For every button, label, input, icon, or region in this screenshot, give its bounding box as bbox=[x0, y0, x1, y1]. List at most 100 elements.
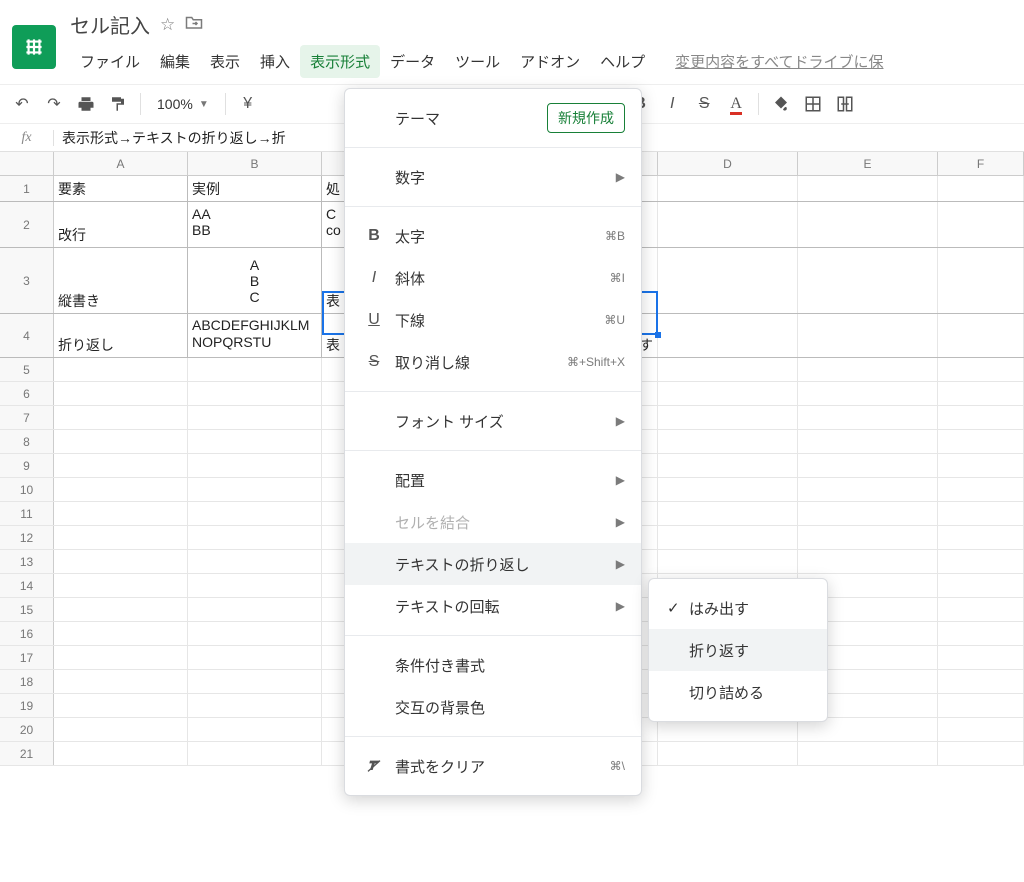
cell[interactable] bbox=[658, 502, 798, 525]
row-header[interactable]: 4 bbox=[0, 314, 54, 357]
cell[interactable] bbox=[938, 502, 1024, 525]
menu-bold[interactable]: B 太字 ⌘B bbox=[345, 215, 641, 257]
cell[interactable] bbox=[54, 718, 188, 741]
row-header[interactable]: 1 bbox=[0, 176, 54, 201]
menu-align[interactable]: 配置 ▶ bbox=[345, 459, 641, 501]
wrap-option-wrap[interactable]: 折り返す bbox=[649, 629, 827, 671]
merge-cells-button[interactable] bbox=[831, 90, 859, 118]
cell[interactable] bbox=[938, 406, 1024, 429]
borders-button[interactable] bbox=[799, 90, 827, 118]
col-header-a[interactable]: A bbox=[54, 152, 188, 175]
cell[interactable] bbox=[188, 430, 322, 453]
cell[interactable] bbox=[798, 742, 938, 765]
cell[interactable] bbox=[54, 550, 188, 573]
cell-d4[interactable] bbox=[658, 314, 798, 357]
cell[interactable] bbox=[938, 526, 1024, 549]
cell[interactable] bbox=[188, 694, 322, 717]
menu-alternating-colors[interactable]: 交互の背景色 bbox=[345, 686, 641, 728]
menu-addons[interactable]: アドオン bbox=[510, 45, 590, 78]
cell[interactable] bbox=[54, 382, 188, 405]
menu-theme[interactable]: テーマ 新規作成 bbox=[345, 97, 641, 139]
row-header[interactable]: 13 bbox=[0, 550, 54, 573]
menu-data[interactable]: データ bbox=[380, 45, 445, 78]
cell[interactable] bbox=[54, 526, 188, 549]
menu-number[interactable]: 数字 ▶ bbox=[345, 156, 641, 198]
cell-f3[interactable] bbox=[938, 248, 1024, 313]
cell[interactable] bbox=[188, 598, 322, 621]
row-header[interactable]: 10 bbox=[0, 478, 54, 501]
star-icon[interactable]: ☆ bbox=[160, 15, 175, 35]
select-all-corner[interactable] bbox=[0, 152, 54, 175]
menu-text-rotation[interactable]: テキストの回転 ▶ bbox=[345, 585, 641, 627]
redo-button[interactable]: ↷ bbox=[40, 90, 68, 118]
cell[interactable] bbox=[188, 454, 322, 477]
undo-button[interactable]: ↶ bbox=[8, 90, 36, 118]
fill-color-button[interactable] bbox=[767, 90, 795, 118]
row-header[interactable]: 6 bbox=[0, 382, 54, 405]
cell[interactable] bbox=[938, 622, 1024, 645]
row-header[interactable]: 9 bbox=[0, 454, 54, 477]
row-header[interactable]: 17 bbox=[0, 646, 54, 669]
row-header[interactable]: 2 bbox=[0, 202, 54, 247]
row-header[interactable]: 21 bbox=[0, 742, 54, 765]
menu-text-wrapping[interactable]: テキストの折り返し ▶ bbox=[345, 543, 641, 585]
cell[interactable] bbox=[188, 406, 322, 429]
cell-d1[interactable] bbox=[658, 176, 798, 201]
menu-insert[interactable]: 挿入 bbox=[250, 45, 300, 78]
cell[interactable] bbox=[54, 358, 188, 381]
cell-d2[interactable] bbox=[658, 202, 798, 247]
cell-e1[interactable] bbox=[798, 176, 938, 201]
cell[interactable] bbox=[54, 574, 188, 597]
row-header[interactable]: 11 bbox=[0, 502, 54, 525]
cell[interactable] bbox=[938, 742, 1024, 765]
fx-icon[interactable]: fx bbox=[0, 130, 54, 146]
cell-a4[interactable]: 折り返し bbox=[54, 314, 188, 357]
cell[interactable] bbox=[938, 598, 1024, 621]
cell[interactable] bbox=[938, 694, 1024, 717]
cell-f1[interactable] bbox=[938, 176, 1024, 201]
cell[interactable] bbox=[188, 382, 322, 405]
row-header[interactable]: 7 bbox=[0, 406, 54, 429]
cell[interactable] bbox=[658, 430, 798, 453]
cell[interactable] bbox=[798, 406, 938, 429]
cell[interactable] bbox=[658, 478, 798, 501]
wrap-option-clip[interactable]: 切り詰める bbox=[649, 671, 827, 713]
cell[interactable] bbox=[938, 382, 1024, 405]
cell[interactable] bbox=[938, 454, 1024, 477]
cell[interactable] bbox=[188, 742, 322, 765]
cell[interactable] bbox=[798, 478, 938, 501]
cell[interactable] bbox=[798, 550, 938, 573]
row-header[interactable]: 20 bbox=[0, 718, 54, 741]
cell[interactable] bbox=[54, 670, 188, 693]
menu-italic[interactable]: I 斜体 ⌘I bbox=[345, 257, 641, 299]
cell[interactable] bbox=[188, 646, 322, 669]
cell[interactable] bbox=[938, 718, 1024, 741]
cell[interactable] bbox=[188, 478, 322, 501]
cell[interactable] bbox=[938, 430, 1024, 453]
cell[interactable] bbox=[54, 454, 188, 477]
cell-d3[interactable] bbox=[658, 248, 798, 313]
cell-f4[interactable] bbox=[938, 314, 1024, 357]
cell[interactable] bbox=[798, 502, 938, 525]
cell[interactable] bbox=[54, 478, 188, 501]
selection-handle[interactable] bbox=[655, 332, 661, 338]
cell-f2[interactable] bbox=[938, 202, 1024, 247]
cell[interactable] bbox=[938, 478, 1024, 501]
cell-b4[interactable]: ABCDEFGHIJKLMNOPQRSTU bbox=[188, 314, 322, 357]
menu-edit[interactable]: 編集 bbox=[150, 45, 200, 78]
cell-e3[interactable] bbox=[798, 248, 938, 313]
cell[interactable] bbox=[798, 526, 938, 549]
row-header[interactable]: 5 bbox=[0, 358, 54, 381]
cell-b1[interactable]: 実例 bbox=[188, 176, 322, 201]
col-header-b[interactable]: B bbox=[188, 152, 322, 175]
cell-a3[interactable]: 縦書き bbox=[54, 248, 188, 313]
cell[interactable] bbox=[658, 454, 798, 477]
menu-view[interactable]: 表示 bbox=[200, 45, 250, 78]
cell[interactable] bbox=[54, 646, 188, 669]
cell[interactable] bbox=[798, 382, 938, 405]
row-header[interactable]: 3 bbox=[0, 248, 54, 313]
cell[interactable] bbox=[54, 406, 188, 429]
cell[interactable] bbox=[938, 646, 1024, 669]
zoom-select[interactable]: 100% ▼ bbox=[149, 96, 217, 112]
menu-underline[interactable]: U 下線 ⌘U bbox=[345, 299, 641, 341]
